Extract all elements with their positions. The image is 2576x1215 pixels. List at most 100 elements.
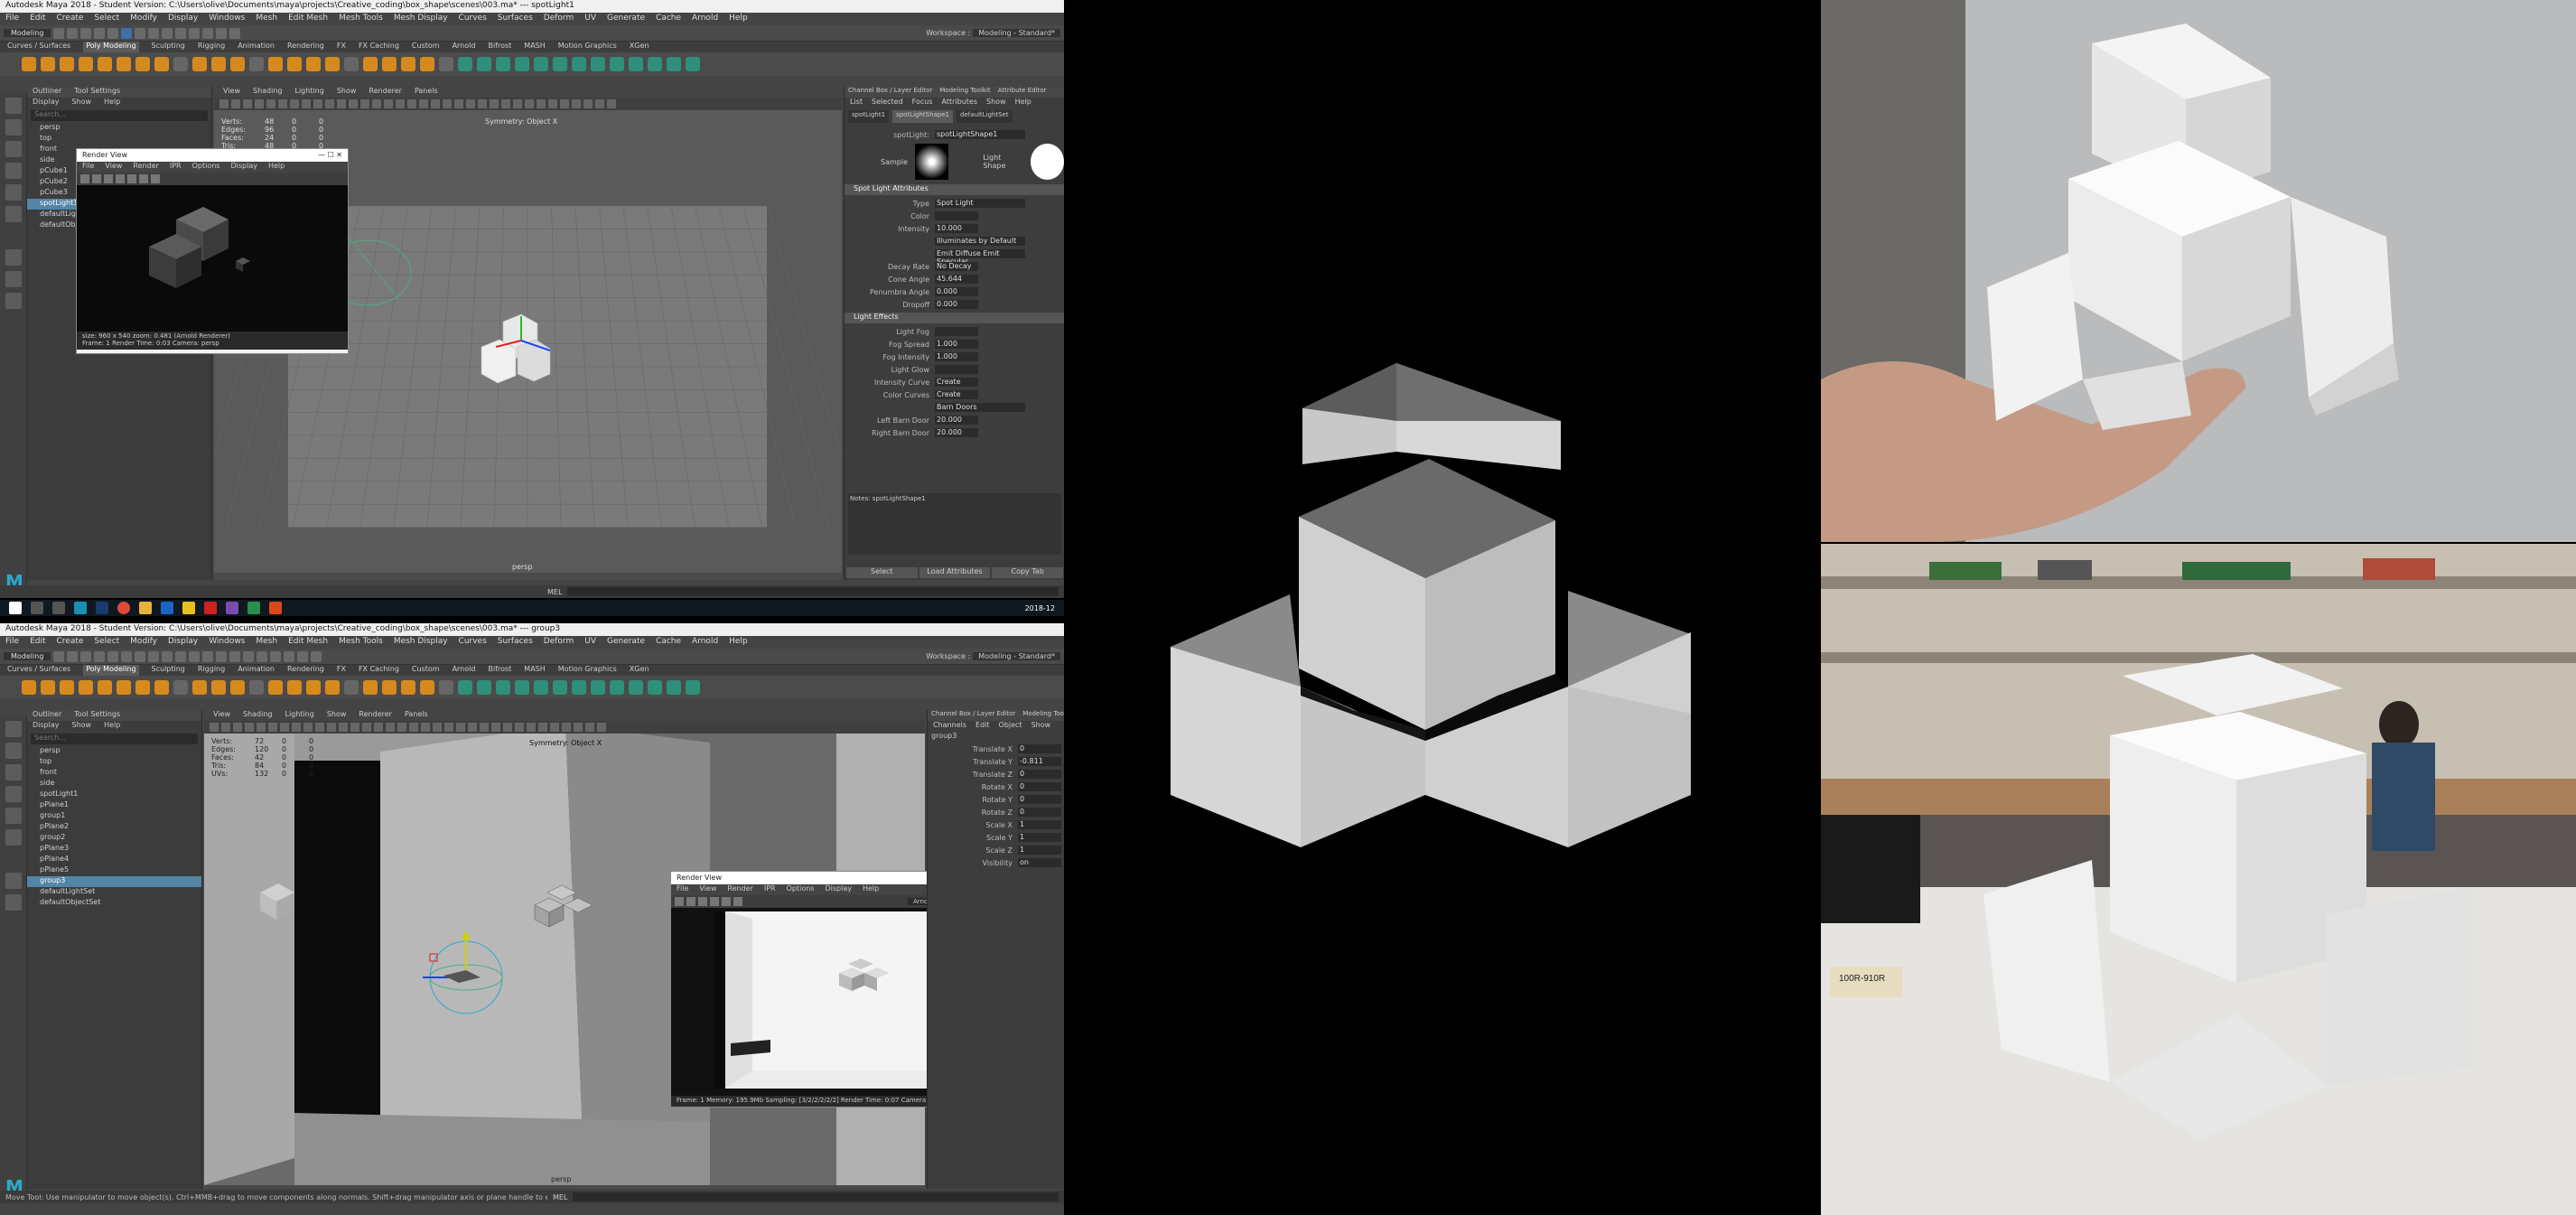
shelf-tool-icon-2[interactable] <box>60 57 74 71</box>
scale-tool-icon[interactable] <box>5 206 22 222</box>
render-menu-item-2[interactable]: Render <box>727 884 752 895</box>
shelf-tool-icon-4[interactable] <box>98 57 112 71</box>
shelf-tool-icon-14[interactable] <box>287 680 302 695</box>
viewport-tool-icon-32[interactable] <box>595 99 604 108</box>
viewport-tool-icon-16[interactable] <box>407 99 416 108</box>
shelf-tab-10[interactable]: Bifrost <box>488 665 511 676</box>
shelf-tool-icon-19[interactable] <box>382 680 397 695</box>
shelf-tool-icon-23[interactable] <box>458 680 472 695</box>
outliner-item-group2[interactable]: group2 <box>27 833 201 844</box>
outliner-item-defaultObjectSet[interactable]: defaultObjectSet <box>27 898 201 909</box>
viewport-tool-icon-31[interactable] <box>583 99 593 108</box>
workspace-selector[interactable]: Modeling - Standard* <box>973 652 1060 660</box>
attr-value[interactable] <box>935 327 978 336</box>
search-icon[interactable] <box>31 602 43 614</box>
attr-value[interactable]: 1.000 <box>935 340 978 349</box>
render-menu-item-3[interactable]: IPR <box>170 162 182 173</box>
channel-tab-0[interactable]: Channel Box / Layer Editor <box>931 710 1015 721</box>
attr-button-2[interactable]: Copy Tab <box>992 567 1064 578</box>
menu-item-13[interactable]: Deform <box>544 14 574 24</box>
shelf-tool-icon-16[interactable] <box>325 57 340 71</box>
shelf-tool-icon-15[interactable] <box>306 57 321 71</box>
menu-item-7[interactable]: Mesh <box>256 14 277 24</box>
viewport-tool-icon-32[interactable] <box>585 723 594 732</box>
shelf-tool-icon-35[interactable] <box>686 57 700 71</box>
outliner-item-side[interactable]: side <box>27 779 201 790</box>
viewport-menu-item-5[interactable]: Panels <box>415 87 438 98</box>
outlook-icon[interactable] <box>161 602 173 614</box>
viewport-tool-icon-14[interactable] <box>374 723 383 732</box>
menu-item-3[interactable]: Select <box>94 637 119 648</box>
shelf-tab-3[interactable]: Rigging <box>198 665 225 676</box>
viewport-tool-icon-29[interactable] <box>550 723 559 732</box>
single-view-icon[interactable] <box>5 873 22 889</box>
shelf-tool-icon-29[interactable] <box>572 57 586 71</box>
status-tool-icon-12[interactable] <box>216 650 228 662</box>
shelf-tool-icon-16[interactable] <box>325 680 340 695</box>
outliner-search[interactable]: Search... <box>31 734 198 744</box>
outliner-item-top[interactable]: top <box>27 757 201 768</box>
viewport-tool-icon-8[interactable] <box>313 99 322 108</box>
shelf-tool-icon-20[interactable] <box>401 680 415 695</box>
menu-item-9[interactable]: Mesh Tools <box>339 637 383 648</box>
viewport-tool-icon-13[interactable] <box>362 723 371 732</box>
viewport-tool-icon-28[interactable] <box>548 99 557 108</box>
shelf-tool-icon-30[interactable] <box>591 680 605 695</box>
attr-value[interactable]: -0.811 <box>1018 757 1061 766</box>
ipr-render-icon[interactable] <box>216 27 228 39</box>
viewport-tool-icon-13[interactable] <box>372 99 381 108</box>
shelf-tool-icon-25[interactable] <box>496 680 510 695</box>
attr-value[interactable]: 0 <box>1018 782 1061 791</box>
shelf-tab-6[interactable]: FX <box>337 42 346 52</box>
move-tool-icon[interactable] <box>5 786 22 802</box>
shelf-tool-icon-24[interactable] <box>477 57 491 71</box>
channel-menu-item-2[interactable]: Object <box>999 721 1022 732</box>
attr-value[interactable]: 10.000 <box>935 224 978 233</box>
shelf-tool-icon-7[interactable] <box>154 57 169 71</box>
menu-item-2[interactable]: Create <box>57 637 84 648</box>
shelf-tool-icon-22[interactable] <box>439 680 453 695</box>
four-view-icon[interactable] <box>5 894 22 911</box>
outliner-item-persp[interactable]: persp <box>27 746 201 757</box>
shelf-tool-icon-20[interactable] <box>401 57 415 71</box>
outliner-tab-1[interactable]: Tool Settings <box>74 87 120 98</box>
render-menu-item-0[interactable]: File <box>677 884 688 895</box>
shelf-tab-4[interactable]: Animation <box>238 42 275 52</box>
shelf-tab-10[interactable]: Bifrost <box>488 42 511 52</box>
render-menu-item-4[interactable]: Options <box>192 162 220 173</box>
viewport-tool-icon-25[interactable] <box>513 99 522 108</box>
viewport-tool-icon-19[interactable] <box>443 99 452 108</box>
viewport-tool-icon-7[interactable] <box>302 99 311 108</box>
status-tool-icon-3[interactable] <box>94 650 106 662</box>
shelf-tool-icon-1[interactable] <box>41 57 55 71</box>
chrome-icon[interactable] <box>117 602 130 614</box>
outliner-menu-item-2[interactable]: Help <box>104 721 120 732</box>
menu-item-14[interactable]: UV <box>584 637 596 648</box>
outliner-menu-item-0[interactable]: Display <box>33 98 60 108</box>
attr-menu-item-3[interactable]: Attributes <box>942 98 978 108</box>
shelf-tool-icon-7[interactable] <box>154 680 169 695</box>
shelf-tool-icon-5[interactable] <box>117 57 131 71</box>
mel-input[interactable] <box>567 587 1059 596</box>
shelf-tool-icon-12[interactable] <box>249 57 264 71</box>
viewport-tool-icon-18[interactable] <box>421 723 430 732</box>
viewport-tool-icon-23[interactable] <box>480 723 489 732</box>
viewport-tool-icon-17[interactable] <box>419 99 428 108</box>
render-menu-item-0[interactable]: File <box>82 162 94 173</box>
viewport-tool-icon-8[interactable] <box>303 723 313 732</box>
menu-item-15[interactable]: Generate <box>607 637 645 648</box>
shelf-tool-icon-10[interactable] <box>211 680 226 695</box>
render-settings-icon[interactable] <box>229 27 241 39</box>
status-tool-icon-13[interactable] <box>229 650 241 662</box>
select-hierarchy-icon[interactable] <box>121 27 133 39</box>
viewport-tool-icon-4[interactable] <box>266 99 275 108</box>
outliner-tab-0[interactable]: Outliner <box>33 87 61 98</box>
select-object-icon[interactable] <box>135 27 146 39</box>
status-tool-icon-7[interactable] <box>148 650 160 662</box>
render-menu-item-6[interactable]: Help <box>863 884 879 895</box>
viewport-tool-icon-23[interactable] <box>490 99 499 108</box>
viewport-menu-item-5[interactable]: Panels <box>405 710 428 721</box>
outliner-item-pPlane4[interactable]: pPlane4 <box>27 855 201 865</box>
outliner-item-spotLight1[interactable]: spotLight1 <box>27 790 201 800</box>
shelf-tab-6[interactable]: FX <box>337 665 346 676</box>
